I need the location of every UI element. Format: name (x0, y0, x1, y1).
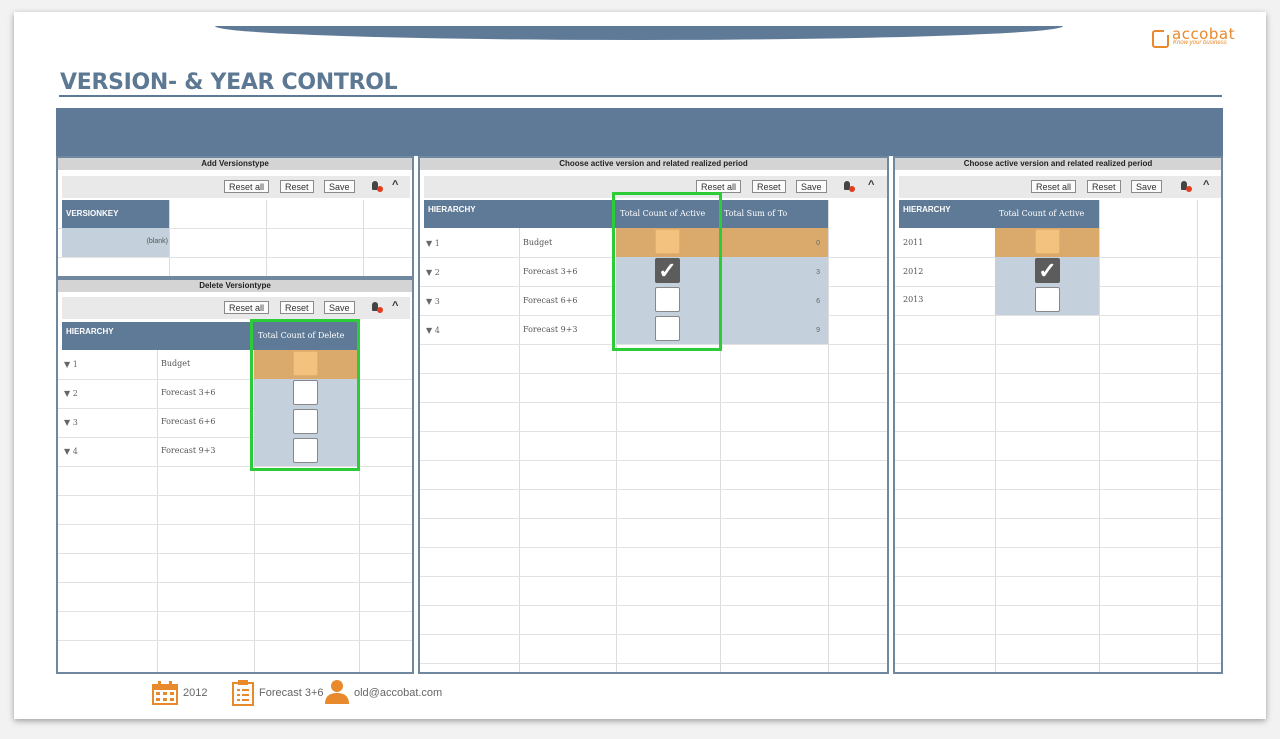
expand-icon[interactable]: ▼ 4 (426, 326, 440, 335)
calendar-icon (152, 681, 178, 705)
row-label: Forecast 9+3 (161, 446, 216, 455)
active-version-panel: Choose active version and related realiz… (418, 156, 889, 674)
active-year-panel: Choose active version and related realiz… (893, 156, 1223, 674)
row-label: Forecast 3+6 (161, 388, 216, 397)
header-banner (56, 108, 1223, 156)
filter-clear-icon[interactable] (370, 181, 384, 193)
sum-value: 0 (816, 240, 820, 247)
reset-button[interactable]: Reset (280, 180, 314, 193)
clipboard-icon (232, 680, 254, 706)
add-versionstype-panel: Add Versionstype Reset all Reset Save ^ … (56, 156, 414, 278)
sum-value: 6 (816, 298, 820, 305)
reset-button[interactable]: Reset (280, 301, 314, 314)
panel-title: Choose active version and related realiz… (420, 158, 887, 170)
logo-tagline: Know your business (1173, 40, 1227, 46)
filter-clear-icon[interactable] (370, 302, 384, 314)
expand-icon[interactable]: ▼ 1 (426, 239, 440, 248)
save-button[interactable]: Save (324, 301, 355, 314)
year-checkbox-2012[interactable]: ✓ (1035, 258, 1060, 283)
panel-title: Delete Versiontype (58, 280, 412, 292)
year-label: 2013 (903, 295, 924, 304)
panel-toolbar: Reset all Reset Save ^ (62, 297, 410, 319)
footer-version-text: Forecast 3+6 (259, 687, 324, 699)
count-active-header: Total Count of Active (995, 200, 1099, 228)
row-label: Forecast 3+6 (523, 267, 578, 276)
panel-toolbar: Reset all Reset Save ^ (62, 176, 410, 198)
year-label: 2012 (903, 267, 924, 276)
hierarchy-header: HIERARCHY (62, 322, 157, 350)
save-button[interactable]: Save (324, 180, 355, 193)
panel-title: Add Versionstype (58, 158, 412, 170)
expand-icon[interactable]: ▼ 3 (426, 297, 440, 306)
row-label: Forecast 6+6 (161, 417, 216, 426)
collapse-icon[interactable]: ^ (392, 179, 398, 191)
year-label: 2011 (903, 238, 924, 247)
reset-button[interactable]: Reset (1087, 180, 1121, 193)
collapse-icon[interactable]: ^ (392, 300, 398, 312)
versionkey-header: VERSIONKEY (62, 200, 169, 228)
hierarchy-header: HIERARCHY (424, 200, 519, 228)
accobat-logo: accobat Know your business (1150, 25, 1240, 50)
year-checkbox-2011[interactable] (1035, 229, 1060, 254)
user-icon (325, 680, 349, 704)
footer-year-text: 2012 (183, 687, 208, 699)
sum-value: 9 (816, 327, 820, 334)
page-title: VERSION- & YEAR CONTROL (60, 70, 398, 95)
delete-versiontype-panel: Delete Versiontype Reset all Reset Save … (56, 278, 414, 674)
highlight-frame (250, 319, 360, 471)
footer-user-text: old@accobat.com (354, 687, 443, 699)
expand-icon[interactable]: ▼ 1 (64, 360, 78, 369)
expand-icon[interactable]: ▼ 3 (64, 418, 78, 427)
blank-header (157, 322, 254, 350)
row-label: Forecast 9+3 (523, 325, 578, 334)
panel-toolbar: Reset all Reset Save ^ (899, 176, 1221, 198)
row-label: Budget (523, 238, 553, 247)
sum-value: 3 (816, 269, 820, 276)
save-button[interactable]: Save (796, 180, 827, 193)
expand-icon[interactable]: ▼ 2 (426, 268, 440, 277)
save-button[interactable]: Save (1131, 180, 1162, 193)
panel-title: Choose active version and related realiz… (895, 158, 1221, 170)
collapse-icon[interactable]: ^ (1203, 179, 1209, 191)
blank-value: (blank) (146, 238, 168, 245)
hierarchy-header: HIERARCHY (899, 200, 995, 228)
reset-all-button[interactable]: Reset all (224, 180, 270, 193)
highlight-frame (612, 192, 722, 351)
row-label: Budget (161, 359, 191, 368)
expand-icon[interactable]: ▼ 4 (64, 447, 78, 456)
year-checkbox-2013[interactable] (1035, 287, 1060, 312)
row-label: Forecast 6+6 (523, 296, 578, 305)
sum-header: Total Sum of To (720, 200, 828, 228)
expand-icon[interactable]: ▼ 2 (64, 389, 78, 398)
blank-header (519, 200, 616, 228)
filter-clear-icon[interactable] (842, 181, 856, 193)
reset-button[interactable]: Reset (752, 180, 786, 193)
reset-all-button[interactable]: Reset all (224, 301, 270, 314)
logo-icon (1152, 30, 1169, 48)
title-divider (59, 95, 1222, 97)
filter-clear-icon[interactable] (1179, 181, 1193, 193)
reset-all-button[interactable]: Reset all (1031, 180, 1077, 193)
collapse-icon[interactable]: ^ (868, 179, 874, 191)
